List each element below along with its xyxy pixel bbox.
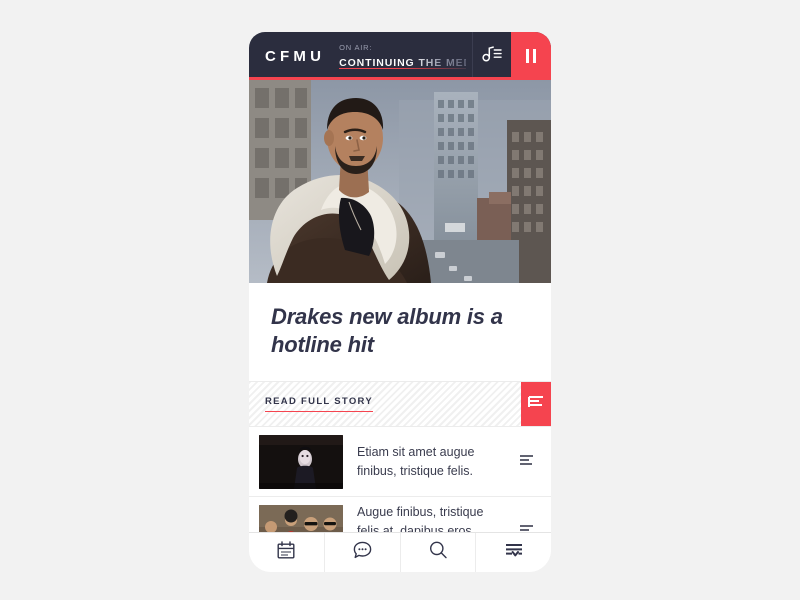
on-air-label: ON AIR:	[339, 42, 373, 52]
hero-image[interactable]	[249, 80, 551, 283]
nav-item-schedule[interactable]	[249, 533, 325, 572]
headline-section: Drakes new album is a hotline hit	[249, 283, 551, 381]
phone-frame: CFMU ON AIR: CONTINUING THE MEDIA	[249, 32, 551, 572]
list-item[interactable]: Augue finibus, tristique felis at, dapib…	[249, 497, 551, 532]
filter-chevron-icon	[504, 542, 524, 563]
on-air-status[interactable]: ON AIR: CONTINUING THE MEDIA	[339, 32, 471, 80]
list-item[interactable]: Etiam sit amet augue finibus, tristique …	[249, 427, 551, 497]
bottom-navigation	[249, 532, 551, 572]
pause-icon	[525, 49, 536, 63]
band-group-thumb	[259, 504, 343, 532]
on-air-underline	[339, 67, 466, 70]
article-lines-icon	[528, 395, 544, 414]
story-title: Etiam sit amet augue finibus, tristique …	[357, 444, 475, 478]
on-air-show-title: CONTINUING THE MEDIA	[339, 57, 465, 68]
read-full-story-bar[interactable]: READ FULL STORY	[249, 381, 551, 427]
article-lines-icon	[519, 523, 534, 533]
article-lines-icon	[519, 453, 534, 471]
brand-logo-text: CFMU	[265, 47, 326, 65]
music-note-list-icon	[482, 45, 502, 67]
headline-text: Drakes new album is a hotline hit	[271, 304, 503, 357]
app-header: CFMU ON AIR: CONTINUING THE MEDIA	[249, 32, 551, 80]
read-full-story-action-button[interactable]	[521, 382, 551, 426]
story-list: Etiam sit amet augue finibus, tristique …	[249, 427, 551, 532]
story-action-button[interactable]	[515, 523, 537, 533]
story-action-button[interactable]	[515, 453, 537, 471]
story-title: Augue finibus, tristique felis at, dapib…	[357, 505, 484, 532]
hero-illustration	[249, 80, 551, 283]
read-full-story-label-wrap[interactable]: READ FULL STORY	[249, 382, 521, 426]
playlist-button[interactable]	[471, 32, 511, 80]
search-icon	[429, 541, 447, 564]
brand-logo[interactable]: CFMU	[249, 32, 339, 80]
on-air-show-wrap: CONTINUING THE MEDIA	[339, 53, 465, 68]
read-full-story-label: READ FULL STORY	[265, 396, 373, 412]
nav-item-filter[interactable]	[476, 533, 551, 572]
story-thumbnail	[259, 434, 343, 489]
dark-portrait-thumb	[259, 434, 343, 489]
nav-item-chat[interactable]	[325, 533, 401, 572]
pause-button[interactable]	[510, 32, 551, 80]
story-thumbnail	[259, 504, 343, 532]
chat-bubble-icon	[353, 541, 372, 564]
nav-item-search[interactable]	[401, 533, 477, 572]
calendar-icon	[277, 541, 295, 564]
